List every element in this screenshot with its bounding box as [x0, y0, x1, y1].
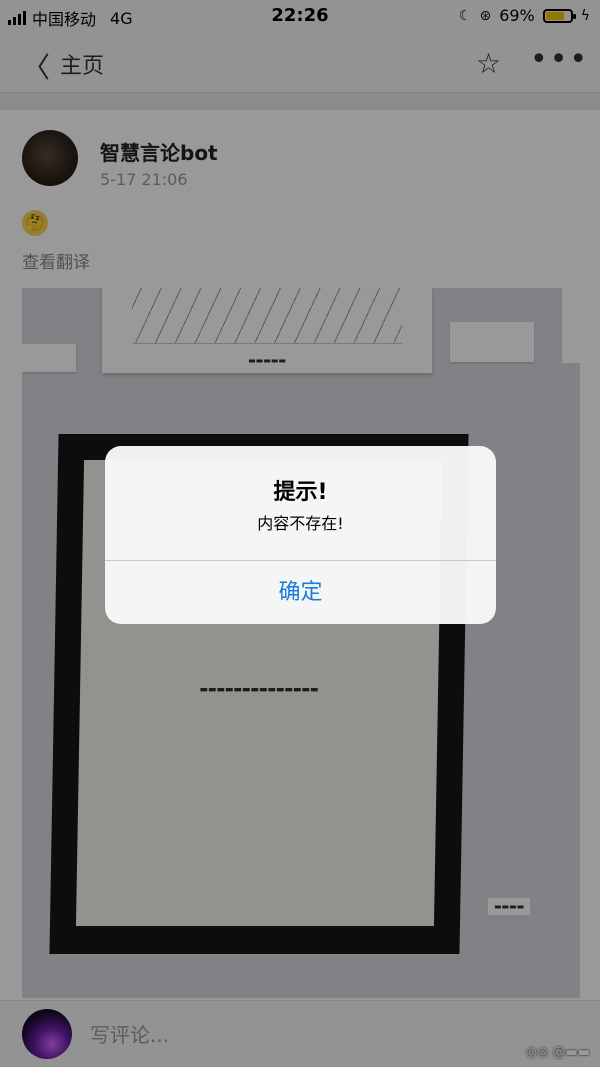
- alert-title: 提示!: [273, 480, 328, 505]
- confirm-button[interactable]: 确定: [105, 561, 496, 624]
- alert-message: 内容不存在!: [257, 514, 344, 533]
- alert-dialog: 提示! 内容不存在! 确定: [105, 446, 496, 624]
